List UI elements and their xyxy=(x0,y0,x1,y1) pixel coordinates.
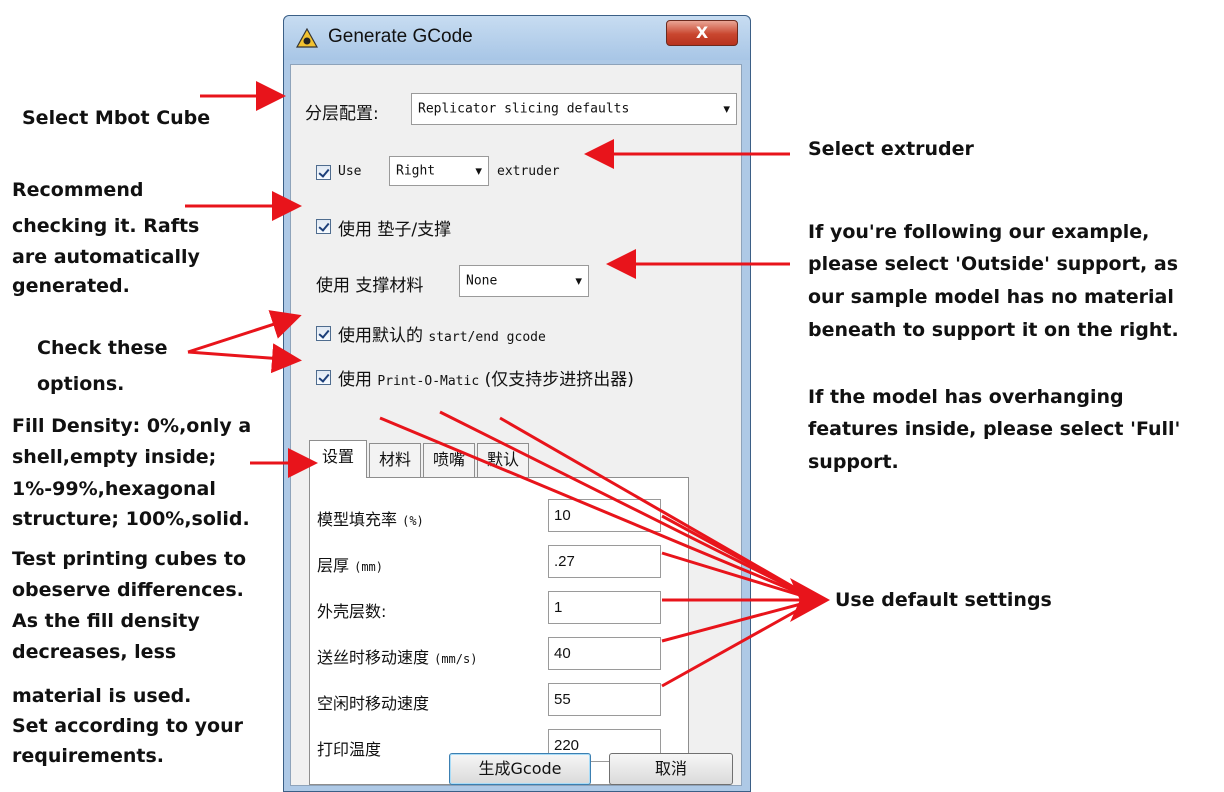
arrow-line-temperature xyxy=(661,598,817,688)
arrow-line-nozzle-tab xyxy=(439,410,817,602)
annotation-arrows xyxy=(185,81,830,688)
arrow-to-default-gcode xyxy=(187,310,302,354)
arrow-line-travel xyxy=(661,598,817,643)
arrow-to-printomatic xyxy=(187,343,302,374)
arrow-line-layer-height xyxy=(661,514,817,602)
arrow-line-material-tab xyxy=(379,416,817,602)
